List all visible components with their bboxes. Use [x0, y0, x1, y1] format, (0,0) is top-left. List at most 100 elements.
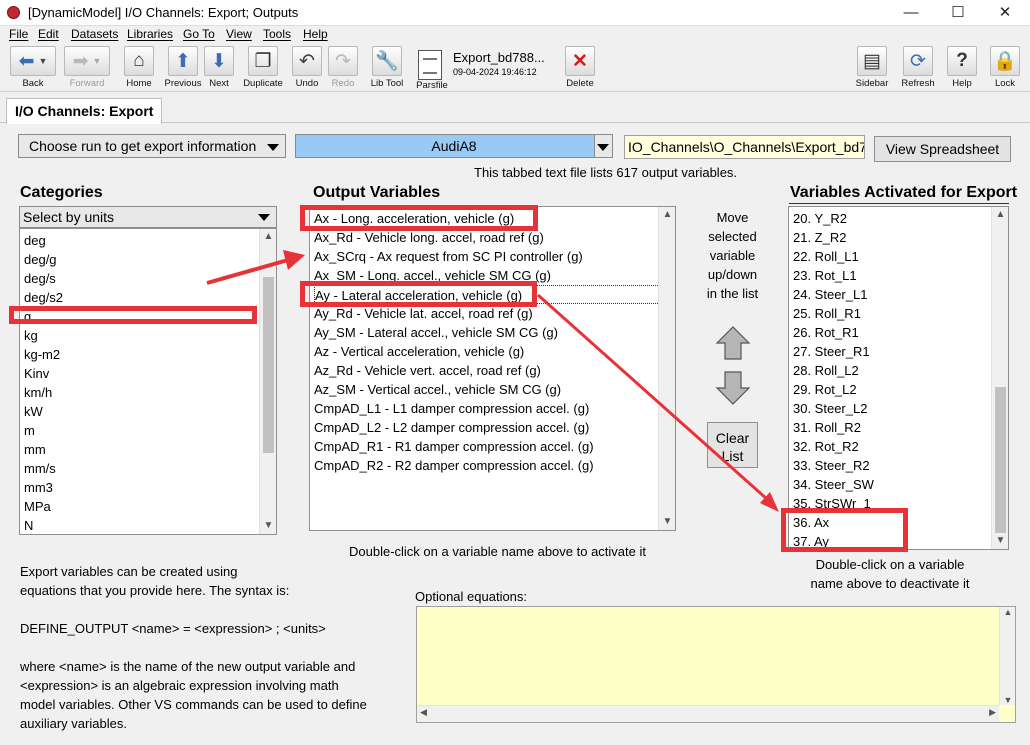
move-up-button[interactable] [715, 325, 751, 361]
list-item[interactable]: deg/s [24, 269, 56, 288]
list-item[interactable]: mm3 [24, 478, 53, 497]
scroll-thumb[interactable] [995, 387, 1006, 533]
help-button[interactable]: ? Help [947, 46, 977, 90]
list-item[interactable]: 21. Z_R2 [793, 228, 846, 247]
list-item[interactable]: 20. Y_R2 [793, 209, 847, 228]
tab-io-channels-export[interactable]: I/O Channels: Export [6, 98, 163, 124]
scroll-down-icon[interactable]: ▼ [260, 518, 276, 534]
menu-edit[interactable]: Edit [38, 27, 59, 41]
forward-button[interactable]: ➡ ▼ Forward [63, 46, 111, 90]
close-button[interactable]: ✕ [982, 0, 1028, 26]
export-path-field[interactable]: IO_Channels\O_Channels\Export_bd78 [624, 135, 865, 159]
list-item[interactable]: 32. Rot_R2 [793, 437, 859, 456]
move-instructions: Move selected variable up/down in the li… [706, 210, 759, 301]
scroll-up-icon[interactable]: ▲ [659, 207, 675, 223]
equations-label: Optional equations: [415, 589, 528, 604]
list-item[interactable]: Ay_SM - Lateral accel., vehicle SM CG (g… [314, 323, 558, 342]
list-item[interactable]: Az - Vertical acceleration, vehicle (g) [314, 342, 524, 361]
vehicle-select[interactable]: AudiA8 [295, 134, 613, 158]
highlight-ay-variable [300, 281, 537, 307]
heading-underline [789, 203, 1009, 204]
list-item[interactable]: mm [24, 440, 46, 459]
menu-libraries[interactable]: Libraries [127, 27, 173, 41]
list-item[interactable]: MPa [24, 497, 51, 516]
list-item[interactable]: Ax_SCrq - Ax request from SC PI controll… [314, 247, 583, 266]
redo-button[interactable]: ↷ Redo [328, 46, 358, 90]
equations-hscroll[interactable]: ◀ ▶ [417, 705, 999, 722]
list-item[interactable]: kg-m2 [24, 345, 60, 364]
menu-go-to[interactable]: Go To [183, 27, 215, 41]
list-item[interactable]: m [24, 421, 35, 440]
maximize-button[interactable]: ☐ [935, 0, 981, 26]
list-item[interactable]: km/h [24, 383, 52, 402]
list-item[interactable]: 25. Roll_R1 [793, 304, 861, 323]
list-item[interactable]: 26. Rot_R1 [793, 323, 859, 342]
equations-vscroll[interactable]: ▲ ▼ [999, 607, 1015, 705]
parsfile-button[interactable]: Parsfile [416, 80, 448, 92]
list-item[interactable]: CmpAD_R1 - R1 damper compression accel. … [314, 437, 594, 456]
list-item[interactable]: CmpAD_R2 - R2 damper compression accel. … [314, 456, 594, 475]
list-item[interactable]: 31. Roll_R2 [793, 418, 861, 437]
menu-help[interactable]: Help [303, 27, 328, 41]
list-item[interactable]: 29. Rot_L2 [793, 380, 857, 399]
home-button[interactable]: ⌂ Home [123, 46, 155, 90]
categories-scrollbar[interactable]: ▲ ▼ [259, 229, 276, 534]
scroll-up-icon[interactable]: ▲ [1000, 607, 1016, 617]
back-button[interactable]: ⬅ ▼ Back [9, 46, 57, 90]
list-item[interactable]: 33. Steer_R2 [793, 456, 870, 475]
list-item[interactable]: 23. Rot_L1 [793, 266, 857, 285]
list-item[interactable]: deg/g [24, 250, 57, 269]
list-item[interactable]: deg [24, 231, 46, 250]
move-down-button[interactable] [715, 370, 751, 406]
list-item[interactable]: Az_Rd - Vehicle vert. accel, road ref (g… [314, 361, 541, 380]
menu-view[interactable]: View [226, 27, 252, 41]
down-arrow-icon: ⬇ [204, 46, 234, 76]
list-item[interactable]: kg [24, 326, 38, 345]
list-item[interactable]: mm/s [24, 459, 56, 478]
scroll-up-icon[interactable]: ▲ [992, 207, 1008, 223]
list-item[interactable]: 34. Steer_SW [793, 475, 874, 494]
lib-tool-button[interactable]: 🔧 Lib Tool [367, 46, 407, 90]
minimize-button[interactable]: — [888, 0, 934, 26]
lock-button[interactable]: 🔒 Lock [990, 46, 1020, 90]
run-select[interactable]: Choose run to get export information [18, 134, 286, 158]
menu-file[interactable]: File [9, 27, 28, 41]
previous-button[interactable]: ⬆ Previous [164, 46, 202, 90]
move-up-arrow-icon [715, 326, 751, 360]
app-icon [7, 6, 20, 19]
outputs-scrollbar[interactable]: ▲ ▼ [658, 207, 675, 530]
list-item[interactable]: deg/s2 [24, 288, 63, 307]
list-item[interactable]: 22. Roll_L1 [793, 247, 859, 266]
scroll-up-icon[interactable]: ▲ [260, 229, 276, 245]
question-icon: ? [947, 46, 977, 76]
menu-datasets[interactable]: Datasets [71, 27, 118, 41]
list-item[interactable]: Az_SM - Vertical accel., vehicle SM CG (… [314, 380, 561, 399]
scroll-down-icon[interactable]: ▼ [659, 514, 675, 530]
clear-list-button[interactable]: Clear List [707, 422, 758, 468]
list-item[interactable]: CmpAD_L2 - L2 damper compression accel. … [314, 418, 589, 437]
list-item[interactable]: CmpAD_L1 - L1 damper compression accel. … [314, 399, 589, 418]
document-icon [418, 50, 442, 80]
list-item[interactable]: kW [24, 402, 43, 421]
list-item[interactable]: 24. Steer_L1 [793, 285, 867, 304]
duplicate-button[interactable]: ❐ Duplicate [240, 46, 286, 90]
list-item[interactable]: 28. Roll_L2 [793, 361, 859, 380]
delete-button[interactable]: ✕ Delete [564, 46, 596, 90]
list-item[interactable]: 27. Steer_R1 [793, 342, 870, 361]
view-spreadsheet-button[interactable]: View Spreadsheet [874, 136, 1011, 162]
scroll-down-icon[interactable]: ▼ [1000, 695, 1016, 705]
scroll-left-icon[interactable]: ◀ [420, 707, 427, 718]
scroll-down-icon[interactable]: ▼ [992, 533, 1008, 549]
next-button[interactable]: ⬇ Next [204, 46, 234, 90]
activated-scrollbar[interactable]: ▲ ▼ [991, 207, 1008, 549]
scroll-right-icon[interactable]: ▶ [989, 707, 996, 718]
list-item[interactable]: Kinv [24, 364, 49, 383]
sidebar-button[interactable]: ▤ Sidebar [855, 46, 889, 90]
list-item[interactable]: N [24, 516, 33, 534]
units-select[interactable]: Select by units [19, 206, 277, 228]
undo-button[interactable]: ↶ Undo [292, 46, 322, 90]
refresh-button[interactable]: ⟳ Refresh [901, 46, 935, 90]
scroll-thumb[interactable] [263, 277, 274, 453]
menu-tools[interactable]: Tools [263, 27, 291, 41]
list-item[interactable]: 30. Steer_L2 [793, 399, 867, 418]
